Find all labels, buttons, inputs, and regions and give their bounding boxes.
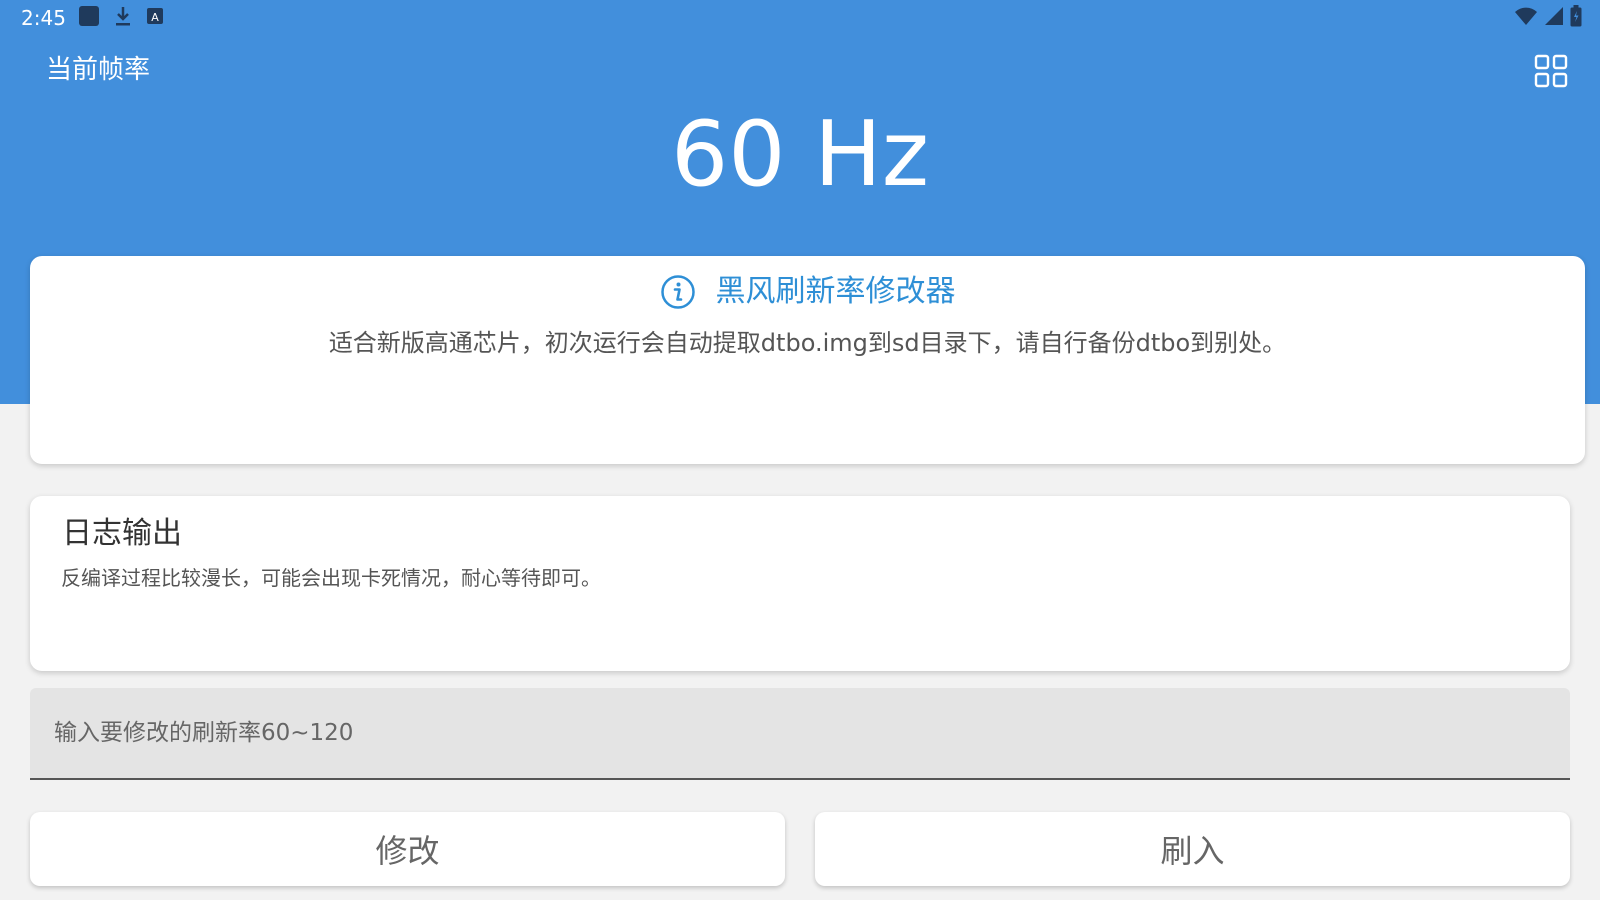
info-icon (660, 274, 696, 310)
cell-signal-icon (1544, 6, 1564, 30)
current-rate-label: 当前帧率 (46, 55, 151, 85)
log-title: 日志输出 (62, 516, 182, 551)
keyboard-a-icon: A (146, 7, 164, 29)
grid-icon[interactable] (1534, 54, 1568, 88)
info-title-row: 黑风刷新率修改器 (30, 272, 1585, 312)
status-icons-left: A (78, 6, 178, 30)
app-square-icon (78, 5, 100, 31)
download-icon (114, 5, 132, 31)
log-text: 反编译过程比较漫长，可能会出现卡死情况，耐心等待即可。 (61, 566, 601, 590)
rate-input-container (30, 688, 1570, 780)
app-screen: 2:45 A 当前帧率 60 Hz 黑风刷新率修改器 适合新版高通芯片，初次运行… (0, 0, 1600, 900)
svg-text:A: A (151, 11, 159, 24)
app-title: 黑风刷新率修改器 (715, 274, 956, 309)
battery-charging-icon (1570, 5, 1582, 31)
status-icons-right (1508, 5, 1582, 31)
status-bar: 2:45 A (0, 0, 1600, 36)
rate-input[interactable] (30, 688, 1570, 778)
status-time: 2:45 (21, 6, 66, 30)
app-description: 适合新版高通芯片，初次运行会自动提取dtbo.img到sd目录下，请自行备份dt… (328, 329, 1287, 357)
flash-button[interactable]: 刷入 (815, 812, 1570, 886)
modify-button[interactable]: 修改 (30, 812, 785, 886)
log-card: 日志输出 反编译过程比较漫长，可能会出现卡死情况，耐心等待即可。 (30, 496, 1570, 671)
wifi-icon (1514, 6, 1538, 30)
current-rate-value: 60 Hz (670, 102, 930, 207)
info-card: 黑风刷新率修改器 适合新版高通芯片，初次运行会自动提取dtbo.img到sd目录… (30, 256, 1585, 464)
